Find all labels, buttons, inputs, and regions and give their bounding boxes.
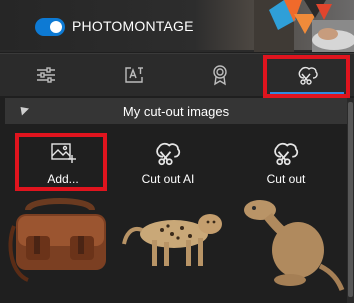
brand-title: PHOTOMONTAGE: [72, 18, 194, 34]
add-image-icon: [51, 143, 76, 163]
cutout-ai-icon: [156, 142, 181, 166]
tab-badges[interactable]: [182, 54, 258, 96]
cut-out-label: Cut out: [266, 172, 306, 186]
cut-out-ai-button[interactable]: Cut out AI: [122, 136, 214, 188]
active-tab-indicator: [270, 92, 344, 95]
tab-cutouts[interactable]: [270, 54, 346, 96]
tab-adjustments[interactable]: [8, 54, 84, 96]
scrollbar-thumb[interactable]: [348, 102, 353, 297]
add-image-button[interactable]: Add...: [17, 136, 109, 188]
add-label: Add...: [47, 172, 79, 186]
tangram-art-image: [254, 0, 354, 52]
photomontage-toggle[interactable]: [35, 18, 65, 36]
text-frame-icon: [125, 67, 143, 83]
meerkat-image[interactable]: [238, 192, 348, 292]
cutout-scissors-icon: [298, 66, 318, 85]
tool-tabs: [0, 53, 354, 96]
section-title: My cut-out images: [122, 103, 230, 119]
toggle-knob: [50, 21, 62, 33]
leather-bag-image[interactable]: [8, 196, 118, 282]
app-window: PHOTOMONTAGE My cut-out images Add... Cu…: [0, 0, 354, 303]
header: PHOTOMONTAGE: [0, 0, 354, 52]
sliders-icon: [37, 67, 55, 83]
badge-icon: [213, 65, 227, 86]
tab-text[interactable]: [96, 54, 172, 96]
cut-out-ai-label: Cut out AI: [141, 172, 195, 186]
cheetah-cub-image[interactable]: [122, 204, 232, 270]
cutout-icon: [274, 142, 299, 166]
section-header-my-cutouts[interactable]: My cut-out images: [5, 98, 347, 124]
cut-out-button[interactable]: Cut out: [240, 136, 332, 188]
